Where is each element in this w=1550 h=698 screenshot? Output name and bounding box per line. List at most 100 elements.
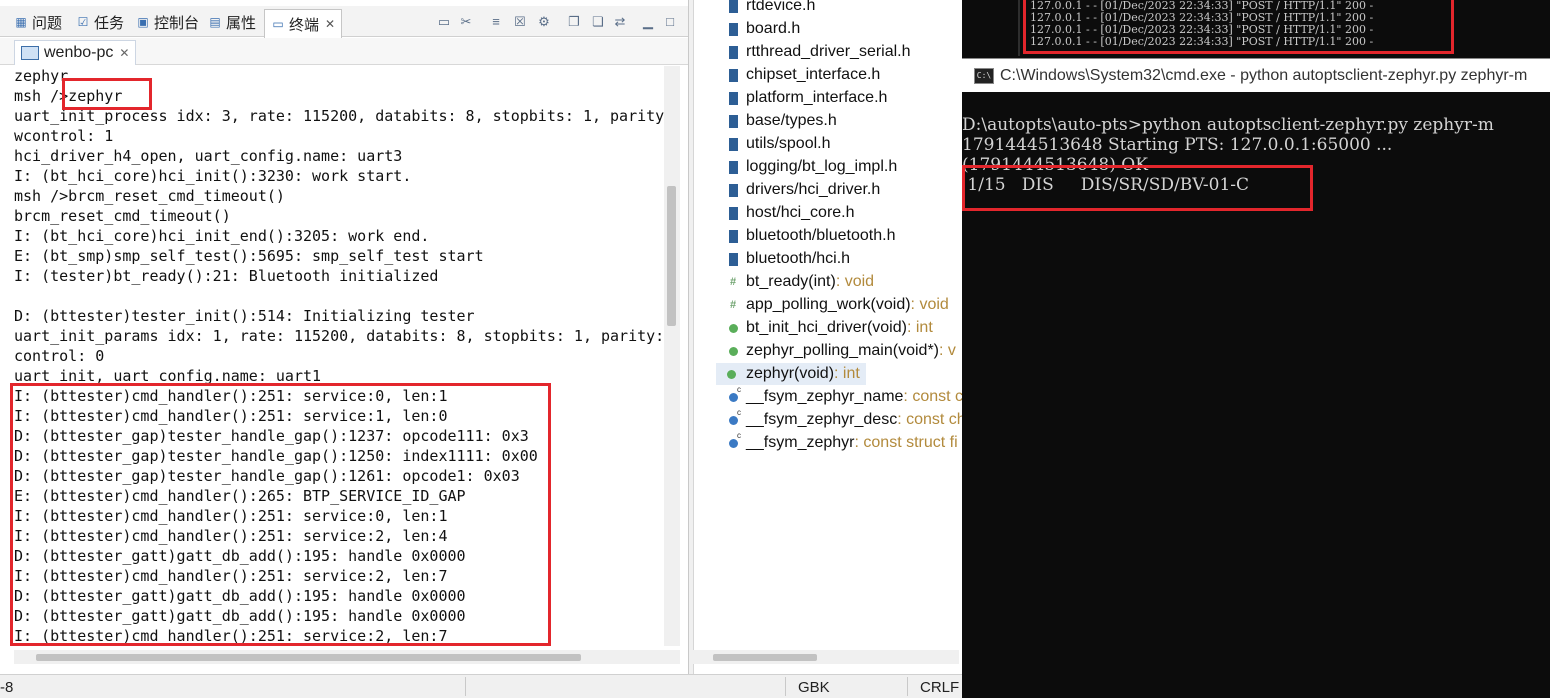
outline-item[interactable]: utils/spool.h (728, 133, 831, 155)
connect-icon[interactable]: ⇄ (612, 14, 628, 30)
tab-console[interactable]: ▣ 控制台 (136, 10, 199, 34)
terminal-line: E: (bt_smp)smp_self_test():5695: smp_sel… (14, 247, 484, 265)
settings-icon[interactable]: ⚙ (536, 14, 552, 30)
outline-item[interactable]: c __fsym_zephyr_desc : const ch (728, 408, 966, 431)
scroll-lock-icon[interactable]: ≡ (488, 14, 504, 30)
outline-item[interactable]: board.h (728, 18, 801, 40)
terminal-line: I: (bttester)cmd_handler():251: service:… (14, 627, 448, 645)
disconnect-icon[interactable]: ✂ (458, 14, 474, 30)
status-line-ending[interactable]: CRLF (920, 679, 959, 696)
outline-item-name: __fsym_zephyr (746, 434, 855, 451)
terminal-pane: ▦ 问题 ☑ 任务 ▣ 控制台 ▤ 属性 ▭ 终端 ✕ ▭ ✂ ≡ ☒ ⚙ ❐ … (0, 0, 689, 674)
outline-item[interactable]: drivers/hci_driver.h (728, 179, 880, 201)
scrollbar-thumb[interactable] (36, 654, 581, 661)
tab-problems[interactable]: ▦ 问题 (14, 10, 62, 34)
status-encoding[interactable]: GBK (798, 679, 830, 696)
variable-icon: c (726, 408, 741, 428)
function-icon (726, 320, 740, 336)
outline-item-name: platform_interface.h (746, 89, 888, 106)
terminal-line: uart_init_process idx: 3, rate: 115200, … (14, 107, 664, 125)
session-tab[interactable]: wenbo-pc ✕ (14, 40, 137, 65)
clear-icon[interactable]: ☒ (512, 14, 528, 30)
outline-pane: rtdevice.h board.h rtthread_driver_serial.… (693, 0, 966, 674)
outline-item-name: __fsym_zephyr_name (746, 388, 904, 405)
cmd-titlebar[interactable]: C:\ C:\Windows\System32\cmd.exe - python… (962, 59, 1550, 92)
terminal-line: uart_init, uart_config.name: uart1 (14, 367, 322, 385)
terminal-line: D: (bttester_gatt)gatt_db_add():195: han… (14, 607, 466, 625)
include-icon (726, 67, 740, 83)
terminal-line: brcm_reset_cmd_timeout() (14, 207, 231, 225)
terminal-line: I: (bttester)cmd_handler():251: service:… (14, 527, 448, 545)
copy-icon[interactable]: ❐ (566, 14, 582, 30)
outline-item[interactable]: rtthread_driver_serial.h (728, 41, 911, 63)
status-left-text: -8 (0, 679, 14, 696)
cmd-line: (1791444513648) OK (962, 155, 1148, 175)
tab-terminal[interactable]: ▭ 终端 ✕ (264, 9, 343, 38)
outline-item-type: : void (910, 296, 949, 313)
outline-item[interactable]: c __fsym_zephyr : const struct fi (728, 431, 958, 454)
terminal-line: I: (bttester)cmd_handler():251: service:… (14, 387, 448, 405)
open-terminal-icon[interactable]: ▭ (436, 14, 452, 30)
outline-item[interactable]: host/hci_core.h (728, 202, 855, 224)
outline-item[interactable]: bt_init_hci_driver(void) : int (728, 317, 933, 339)
outline-item-name: zephyr(void) (746, 365, 835, 382)
close-session-icon[interactable]: ✕ (119, 46, 129, 60)
cmd-window[interactable]: C:\ C:\Windows\System32\cmd.exe - python… (962, 58, 1550, 698)
outline-item[interactable]: logging/bt_log_impl.h (728, 156, 898, 178)
tab-properties-label: 属性 (226, 14, 257, 32)
minimize-icon[interactable]: ▁ (640, 14, 656, 30)
scrollbar-thumb[interactable] (667, 186, 676, 326)
terminal-line: I: (bttester)cmd_handler():251: service:… (14, 567, 448, 585)
background-console-window[interactable]: 127.0.0.1 - - [01/Dec/2023 22:34:33] "PO… (1018, 0, 1460, 56)
include-icon (726, 205, 740, 221)
tab-properties[interactable]: ▤ 属性 (208, 10, 256, 34)
paste-icon[interactable]: ❏ (590, 14, 606, 30)
variable-icon: c (726, 431, 741, 451)
outline-item-name: host/hci_core.h (746, 204, 855, 221)
outline-item-name: bluetooth/hci.h (746, 250, 851, 267)
outline-item-type: : v (939, 342, 956, 359)
outline-item[interactable]: platform_interface.h (728, 87, 888, 109)
tab-terminal-label: 终端 (289, 16, 320, 34)
outline-item[interactable]: # app_polling_work(void) : void (730, 294, 949, 316)
outline-item[interactable]: base/types.h (728, 110, 837, 132)
cmd-line: D:\autopts\auto-pts>python autoptsclient… (962, 115, 1494, 135)
status-separator (785, 677, 786, 696)
outline-item[interactable]: chipset_interface.h (728, 64, 880, 86)
outline-item[interactable]: zephyr_polling_main(void*) : v (728, 340, 956, 362)
outline-item-type: : const struct fi (854, 434, 958, 451)
terminal-line: E: (bttester)cmd_handler():265: BTP_SERV… (14, 487, 466, 505)
terminal-line: I: (bttester)cmd_handler():251: service:… (14, 407, 448, 425)
properties-icon: ▤ (209, 15, 221, 29)
cmd-line: 1791444513648 Starting PTS: 127.0.0.1:65… (962, 135, 1393, 155)
function-icon (724, 366, 738, 382)
cmd-icon: C:\ (974, 67, 994, 84)
terminal-output[interactable]: zephyr msh />zephyr uart_init_process idx:… (14, 66, 664, 646)
cmd-output[interactable]: D:\autopts\auto-pts>python autoptsclient… (962, 115, 1550, 195)
cmd-line: 1/15 DIS DIS/SR/SD/BV-01-C (962, 175, 1250, 195)
outline-item[interactable]: zephyr(void) : int (716, 363, 866, 385)
status-separator (465, 677, 466, 696)
outline-item[interactable]: # bt_ready(int) : void (730, 271, 874, 293)
outline-item[interactable]: bluetooth/hci.h (728, 248, 851, 270)
status-separator (907, 677, 908, 696)
terminal-line: D: (bttester_gatt)gatt_db_add():195: han… (14, 547, 466, 565)
include-icon (726, 44, 740, 60)
outline-item[interactable]: rtdevice.h (728, 0, 815, 17)
outline-item[interactable]: bluetooth/bluetooth.h (728, 225, 895, 247)
vertical-scrollbar[interactable] (664, 66, 680, 646)
include-icon (726, 0, 740, 14)
horizontal-scrollbar[interactable] (14, 650, 680, 664)
outline-item-name: board.h (746, 20, 801, 37)
scrollbar-thumb[interactable] (713, 654, 817, 661)
maximize-icon[interactable]: □ (662, 14, 678, 30)
outline-item[interactable]: c __fsym_zephyr_name : const c (728, 385, 963, 408)
terminal-line: D: (bttester_gatt)gatt_db_add():195: han… (14, 587, 466, 605)
http-log-line: 127.0.0.1 - - [01/Dec/2023 22:34:33] "PO… (1030, 35, 1374, 48)
outline-horizontal-scrollbar[interactable] (693, 650, 959, 664)
tab-tasks[interactable]: ☑ 任务 (76, 10, 124, 34)
outline-item-name: logging/bt_log_impl.h (746, 158, 898, 175)
console-icon: ▣ (137, 15, 149, 29)
close-icon[interactable]: ✕ (325, 17, 335, 31)
terminal-icon: ▭ (272, 17, 284, 31)
